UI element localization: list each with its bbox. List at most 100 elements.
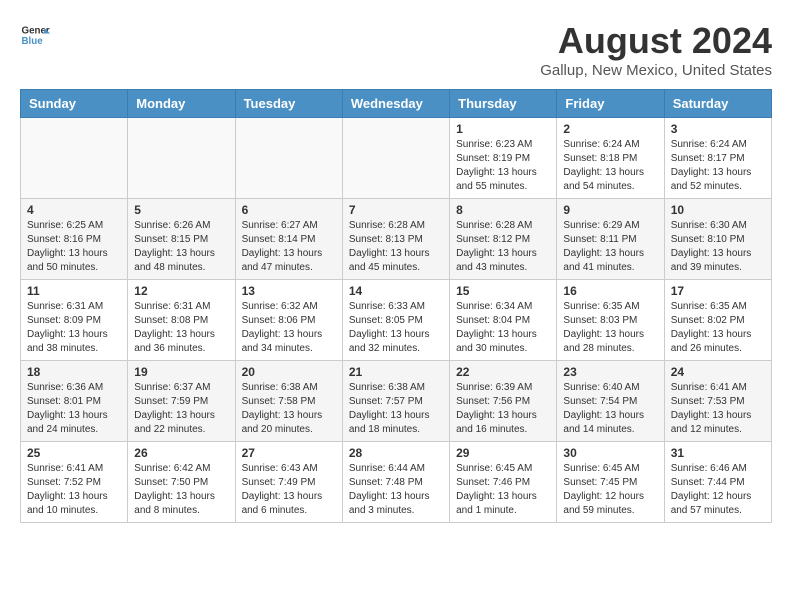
calendar-cell: 8Sunrise: 6:28 AM Sunset: 8:12 PM Daylig…: [450, 199, 557, 280]
day-number: 5: [134, 203, 228, 217]
day-header-sunday: Sunday: [21, 90, 128, 118]
day-info: Sunrise: 6:24 AM Sunset: 8:17 PM Dayligh…: [671, 138, 765, 194]
calendar-cell: [21, 118, 128, 199]
day-info: Sunrise: 6:36 AM Sunset: 8:01 PM Dayligh…: [27, 381, 121, 437]
calendar-cell: 9 Sunrise: 6:29 AM Sunset: 8:11 PM Daylig…: [557, 199, 664, 280]
day-info: Sunrise: 6:41 AM Sunset: 7:53 PM Dayligh…: [671, 381, 765, 437]
day-number: 24: [671, 365, 765, 379]
day-info: Sunrise: 6:35 AM Sunset: 8:02 PM Dayligh…: [671, 300, 765, 356]
calendar-cell: 10Sunrise: 6:30 AM Sunset: 8:10 PM Dayli…: [664, 199, 771, 280]
calendar: SundayMondayTuesdayWednesdayThursdayFrid…: [20, 89, 772, 523]
day-info: Sunrise: 6:29 AM Sunset: 8:11 PM Dayligh…: [563, 219, 657, 275]
day-header-monday: Monday: [128, 90, 235, 118]
day-info: Sunrise: 6:42 AM Sunset: 7:50 PM Dayligh…: [134, 462, 228, 518]
calendar-cell: 5 Sunrise: 6:26 AM Sunset: 8:15 PM Daylig…: [128, 199, 235, 280]
calendar-cell: 7 Sunrise: 6:28 AM Sunset: 8:13 PM Daylig…: [342, 199, 449, 280]
calendar-week-row: 11 Sunrise: 6:31 AM Sunset: 8:09 PM Dayli…: [21, 280, 772, 361]
day-info: Sunrise: 6:38 AM Sunset: 7:58 PM Dayligh…: [242, 381, 336, 437]
day-info: Sunrise: 6:27 AM Sunset: 8:14 PM Dayligh…: [242, 219, 336, 275]
logo: General Blue: [20, 20, 55, 50]
day-info: Sunrise: 6:31 AM Sunset: 8:09 PM Dayligh…: [27, 300, 121, 356]
day-header-thursday: Thursday: [450, 90, 557, 118]
day-info: Sunrise: 6:28 AM Sunset: 8:13 PM Dayligh…: [349, 219, 443, 275]
calendar-cell: [235, 118, 342, 199]
day-info: Sunrise: 6:41 AM Sunset: 7:52 PM Dayligh…: [27, 462, 121, 518]
day-info: Sunrise: 6:26 AM Sunset: 8:15 PM Dayligh…: [134, 219, 228, 275]
day-info: Sunrise: 6:38 AM Sunset: 7:57 PM Dayligh…: [349, 381, 443, 437]
calendar-cell: 30 Sunrise: 6:45 AM Sunset: 7:45 PM Dayli…: [557, 442, 664, 523]
svg-text:Blue: Blue: [22, 36, 44, 47]
day-info: Sunrise: 6:45 AM Sunset: 7:45 PM Dayligh…: [563, 462, 657, 518]
logo-icon: General Blue: [20, 20, 50, 50]
calendar-cell: 23 Sunrise: 6:40 AM Sunset: 7:54 PM Dayli…: [557, 361, 664, 442]
day-info: Sunrise: 6:33 AM Sunset: 8:05 PM Dayligh…: [349, 300, 443, 356]
day-number: 4: [27, 203, 121, 217]
calendar-week-row: 4 Sunrise: 6:25 AM Sunset: 8:16 PM Daylig…: [21, 199, 772, 280]
day-info: Sunrise: 6:32 AM Sunset: 8:06 PM Dayligh…: [242, 300, 336, 356]
day-number: 20: [242, 365, 336, 379]
calendar-cell: 20 Sunrise: 6:38 AM Sunset: 7:58 PM Dayli…: [235, 361, 342, 442]
day-info: Sunrise: 6:23 AM Sunset: 8:19 PM Dayligh…: [456, 138, 550, 194]
calendar-cell: 22 Sunrise: 6:39 AM Sunset: 7:56 PM Dayli…: [450, 361, 557, 442]
calendar-cell: 18Sunrise: 6:36 AM Sunset: 8:01 PM Dayli…: [21, 361, 128, 442]
calendar-week-row: 1 Sunrise: 6:23 AM Sunset: 8:19 PM Daylig…: [21, 118, 772, 199]
calendar-cell: 15 Sunrise: 6:34 AM Sunset: 8:04 PM Dayli…: [450, 280, 557, 361]
title-section: August 2024 Gallup, New Mexico, United S…: [540, 20, 772, 79]
day-number: 28: [349, 446, 443, 460]
calendar-cell: 16Sunrise: 6:35 AM Sunset: 8:03 PM Dayli…: [557, 280, 664, 361]
day-number: 3: [671, 122, 765, 136]
day-info: Sunrise: 6:46 AM Sunset: 7:44 PM Dayligh…: [671, 462, 765, 518]
calendar-cell: 29Sunrise: 6:45 AM Sunset: 7:46 PM Dayli…: [450, 442, 557, 523]
day-number: 22: [456, 365, 550, 379]
calendar-cell: 1 Sunrise: 6:23 AM Sunset: 8:19 PM Daylig…: [450, 118, 557, 199]
day-number: 13: [242, 284, 336, 298]
day-number: 8: [456, 203, 550, 217]
day-number: 10: [671, 203, 765, 217]
calendar-cell: 19Sunrise: 6:37 AM Sunset: 7:59 PM Dayli…: [128, 361, 235, 442]
day-number: 9: [563, 203, 657, 217]
day-info: Sunrise: 6:25 AM Sunset: 8:16 PM Dayligh…: [27, 219, 121, 275]
calendar-cell: 26 Sunrise: 6:42 AM Sunset: 7:50 PM Dayli…: [128, 442, 235, 523]
calendar-cell: 3 Sunrise: 6:24 AM Sunset: 8:17 PM Daylig…: [664, 118, 771, 199]
day-number: 15: [456, 284, 550, 298]
day-number: 31: [671, 446, 765, 460]
calendar-week-row: 25 Sunrise: 6:41 AM Sunset: 7:52 PM Dayli…: [21, 442, 772, 523]
calendar-cell: 11 Sunrise: 6:31 AM Sunset: 8:09 PM Dayli…: [21, 280, 128, 361]
calendar-cell: [342, 118, 449, 199]
day-info: Sunrise: 6:44 AM Sunset: 7:48 PM Dayligh…: [349, 462, 443, 518]
day-info: Sunrise: 6:39 AM Sunset: 7:56 PM Dayligh…: [456, 381, 550, 437]
day-number: 26: [134, 446, 228, 460]
day-info: Sunrise: 6:24 AM Sunset: 8:18 PM Dayligh…: [563, 138, 657, 194]
day-number: 11: [27, 284, 121, 298]
calendar-cell: 17Sunrise: 6:35 AM Sunset: 8:02 PM Dayli…: [664, 280, 771, 361]
day-number: 30: [563, 446, 657, 460]
day-header-tuesday: Tuesday: [235, 90, 342, 118]
day-number: 25: [27, 446, 121, 460]
day-number: 29: [456, 446, 550, 460]
day-number: 12: [134, 284, 228, 298]
subtitle: Gallup, New Mexico, United States: [540, 62, 772, 79]
calendar-cell: 21 Sunrise: 6:38 AM Sunset: 7:57 PM Dayli…: [342, 361, 449, 442]
calendar-cell: [128, 118, 235, 199]
calendar-header-row: SundayMondayTuesdayWednesdayThursdayFrid…: [21, 90, 772, 118]
calendar-cell: 28 Sunrise: 6:44 AM Sunset: 7:48 PM Dayli…: [342, 442, 449, 523]
calendar-cell: 2Sunrise: 6:24 AM Sunset: 8:18 PM Daylig…: [557, 118, 664, 199]
calendar-cell: 24 Sunrise: 6:41 AM Sunset: 7:53 PM Dayli…: [664, 361, 771, 442]
calendar-cell: 4 Sunrise: 6:25 AM Sunset: 8:16 PM Daylig…: [21, 199, 128, 280]
day-number: 21: [349, 365, 443, 379]
calendar-cell: 25 Sunrise: 6:41 AM Sunset: 7:52 PM Dayli…: [21, 442, 128, 523]
day-info: Sunrise: 6:35 AM Sunset: 8:03 PM Dayligh…: [563, 300, 657, 356]
day-info: Sunrise: 6:40 AM Sunset: 7:54 PM Dayligh…: [563, 381, 657, 437]
day-number: 6: [242, 203, 336, 217]
day-info: Sunrise: 6:34 AM Sunset: 8:04 PM Dayligh…: [456, 300, 550, 356]
day-info: Sunrise: 6:31 AM Sunset: 8:08 PM Dayligh…: [134, 300, 228, 356]
day-info: Sunrise: 6:43 AM Sunset: 7:49 PM Dayligh…: [242, 462, 336, 518]
day-number: 7: [349, 203, 443, 217]
day-info: Sunrise: 6:37 AM Sunset: 7:59 PM Dayligh…: [134, 381, 228, 437]
calendar-cell: 31 Sunrise: 6:46 AM Sunset: 7:44 PM Dayli…: [664, 442, 771, 523]
day-number: 1: [456, 122, 550, 136]
calendar-cell: 14Sunrise: 6:33 AM Sunset: 8:05 PM Dayli…: [342, 280, 449, 361]
day-header-friday: Friday: [557, 90, 664, 118]
day-number: 23: [563, 365, 657, 379]
calendar-cell: 12 Sunrise: 6:31 AM Sunset: 8:08 PM Dayli…: [128, 280, 235, 361]
